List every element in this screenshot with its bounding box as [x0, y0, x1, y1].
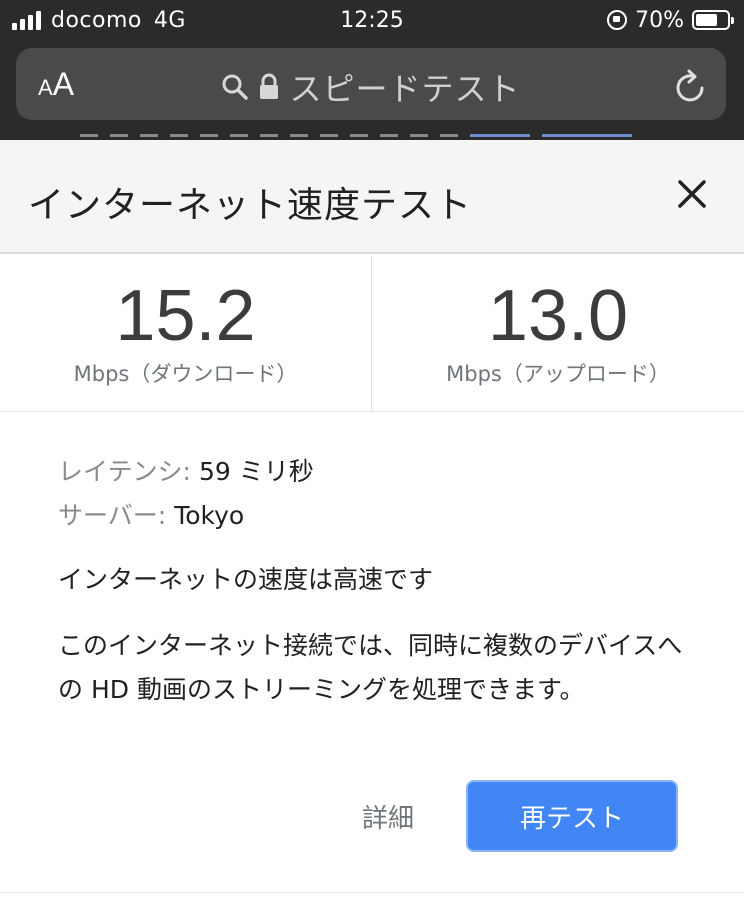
download-unit: Mbps（ダウンロード） — [73, 362, 298, 386]
card-bottom-divider — [0, 892, 744, 893]
connection-details: レイテンシ: 59 ミリ秒 サーバー: Tokyo — [58, 450, 698, 538]
latency-value: 59 ミリ秒 — [198, 457, 314, 486]
download-result: 15.2 Mbps（ダウンロード） — [0, 256, 372, 412]
latency-label: レイテンシ: — [58, 457, 191, 486]
speed-test-card: インターネット速度テスト 15.2 Mbps（ダウンロード） 13.0 Mbps… — [0, 140, 744, 920]
lock-icon — [260, 73, 279, 99]
speed-description: このインターネット接続では、同時に複数のデバイスへの HD 動画のストリーミング… — [58, 631, 683, 704]
server-label: サーバー: — [58, 501, 167, 530]
search-icon — [222, 74, 249, 100]
card-title: インターネット速度テスト — [28, 185, 473, 226]
battery-fill — [696, 14, 717, 26]
server-row: サーバー: Tokyo — [58, 494, 698, 538]
battery-percent: 70% — [635, 7, 684, 33]
latency-row: レイテンシ: 59 ミリ秒 — [58, 450, 698, 494]
browser-chrome: AA スピードテスト — [0, 44, 744, 140]
upload-speed: 13.0 — [487, 276, 629, 356]
server-value: Tokyo — [174, 501, 245, 530]
url-display[interactable]: スピードテスト — [16, 64, 726, 110]
details-link[interactable]: 詳細 — [362, 798, 414, 835]
page-title-in-url: スピードテスト — [289, 70, 521, 108]
address-bar[interactable]: AA スピードテスト — [16, 48, 726, 120]
speed-verdict: インターネットの速度は高速です — [58, 565, 434, 594]
status-bar: docomo 4G 12:25 70% — [0, 0, 744, 44]
card-header: インターネット速度テスト — [0, 140, 744, 254]
download-speed: 15.2 — [115, 276, 256, 356]
status-right: 70% — [607, 7, 734, 33]
upload-unit: Mbps（アップロード） — [446, 362, 670, 386]
close-icon[interactable] — [668, 170, 716, 218]
retest-button[interactable]: 再テスト — [466, 780, 678, 852]
reload-icon[interactable] — [674, 68, 708, 104]
upload-result: 13.0 Mbps（アップロード） — [372, 256, 744, 412]
battery-icon — [692, 10, 734, 30]
speed-results: 15.2 Mbps（ダウンロード） 13.0 Mbps（アップロード） — [0, 256, 744, 412]
rotation-lock-icon — [607, 10, 628, 30]
background-page-peek — [80, 124, 680, 140]
